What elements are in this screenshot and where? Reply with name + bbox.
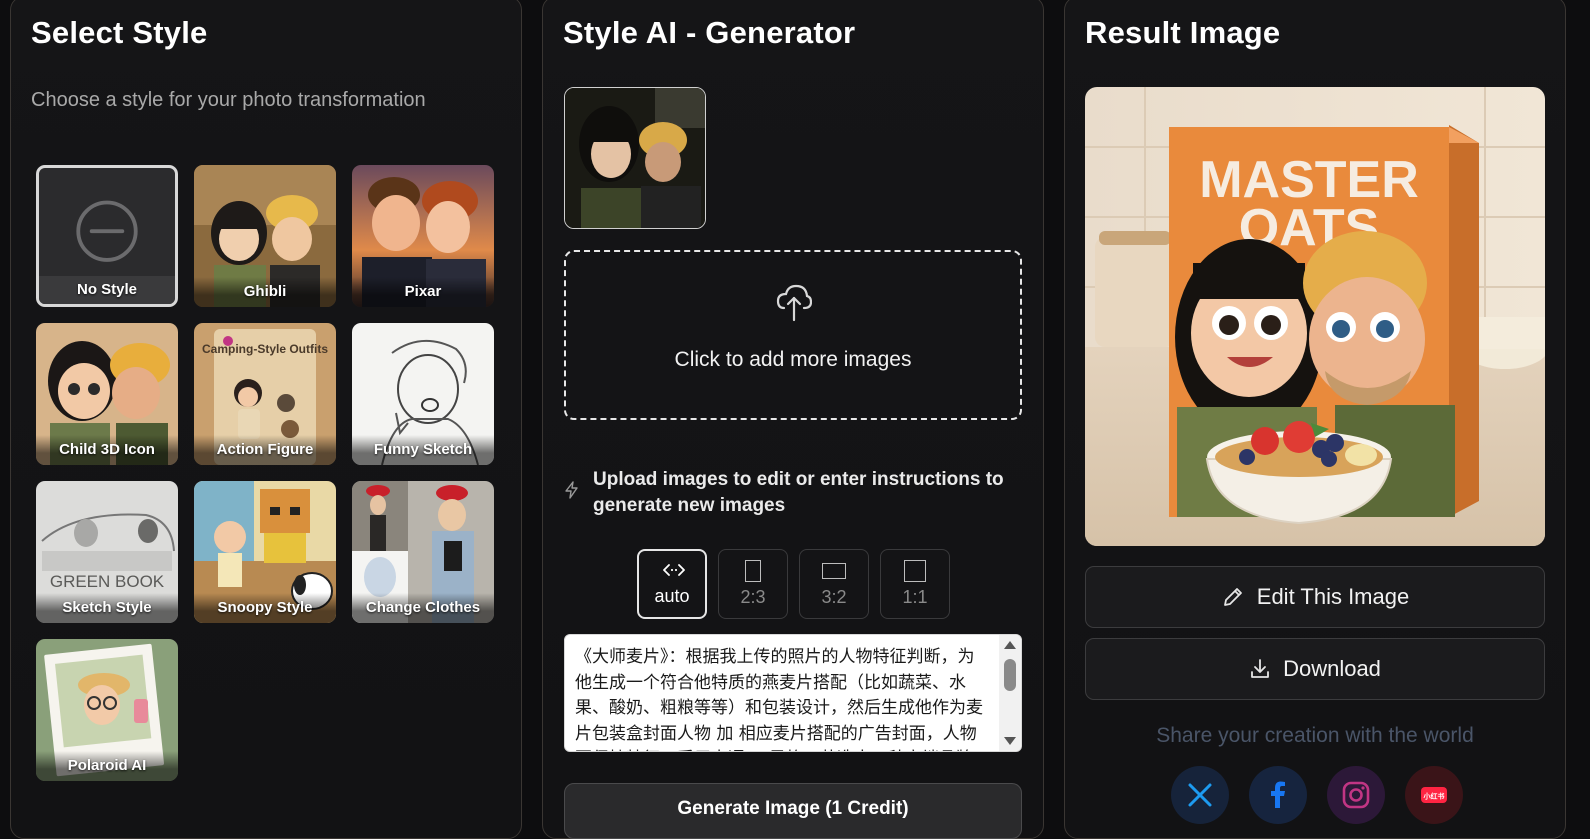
- style-label: Snoopy Style: [194, 593, 336, 623]
- prompt-textarea[interactable]: 《大师麦片》：根据我上传的照片的人物特征判断，为他生成一个符合他特质的燕麦片搭配…: [564, 634, 1022, 752]
- edit-image-label: Edit This Image: [1256, 584, 1410, 609]
- style-tile-change-clothes[interactable]: Change Clothes: [352, 481, 494, 623]
- prompt-text: 《大师麦片》：根据我上传的照片的人物特征判断，为他生成一个符合他特质的燕麦片搭配…: [575, 647, 983, 751]
- generate-image-button[interactable]: Generate Image (1 Credit): [564, 783, 1022, 839]
- select-style-subtitle: Choose a style for your photo transforma…: [31, 89, 426, 111]
- style-tile-snoopy-style[interactable]: Snoopy Style: [194, 481, 336, 623]
- result-title: Result Image: [1085, 15, 1281, 50]
- download-label: Download: [1283, 656, 1381, 681]
- style-tile-funny-sketch[interactable]: Funny Sketch: [352, 323, 494, 465]
- download-icon: [1251, 659, 1269, 678]
- select-style-title: Select Style: [31, 15, 208, 50]
- facebook-logo-icon: [1271, 781, 1285, 808]
- pencil-icon: [1223, 588, 1242, 606]
- share-text: Share your creation with the world: [1156, 724, 1474, 747]
- style-label: Funny Sketch: [352, 435, 494, 465]
- cloud-upload-icon: [776, 284, 812, 322]
- style-tile-pixar[interactable]: Pixar: [352, 165, 494, 307]
- hint-text: Upload images to edit or enter instructi…: [593, 469, 1004, 516]
- style-label: Polaroid AI: [36, 751, 178, 781]
- style-label: Pixar: [352, 277, 494, 307]
- add-images-dropzone[interactable]: Click to add more images: [564, 250, 1022, 420]
- style-label: Action Figure: [194, 435, 336, 465]
- style-tile-ghibli[interactable]: Ghibli: [194, 165, 336, 307]
- result-image: MASTER OATS: [1085, 87, 1545, 546]
- style-tile-action-figure[interactable]: Camping-Style Outfits Action Figure: [194, 323, 336, 465]
- share-instagram-button[interactable]: [1327, 766, 1385, 824]
- uploaded-photo: [565, 88, 705, 228]
- xiaohongshu-logo-icon: 小红书: [1421, 787, 1447, 803]
- ratio-label: auto: [654, 586, 690, 606]
- style-tile-polaroid-ai[interactable]: Polaroid AI: [36, 639, 178, 781]
- uploaded-image-thumbnail[interactable]: [564, 87, 706, 229]
- scroll-down-arrow-icon[interactable]: [1004, 737, 1016, 745]
- instagram-logo-icon: [1342, 781, 1370, 809]
- sketch-style-art-text: GREEN BOOK: [50, 572, 165, 591]
- download-button[interactable]: Download: [1085, 638, 1545, 700]
- portrait-ratio-icon: [745, 560, 761, 582]
- landscape-ratio-icon: [822, 563, 846, 579]
- ratio-label: 1:1: [902, 587, 928, 607]
- lightning-icon: [565, 481, 578, 499]
- ratio-label: 2:3: [740, 587, 766, 607]
- share-xiaohongshu-button[interactable]: 小红书: [1405, 766, 1463, 824]
- share-x-button[interactable]: [1171, 766, 1229, 824]
- x-logo-icon: [1188, 783, 1212, 807]
- share-facebook-button[interactable]: [1249, 766, 1307, 824]
- ratio-2-3-button[interactable]: 2:3: [718, 549, 788, 619]
- result-panel: Result Image MASTER OATS Edit This Image…: [1064, 0, 1566, 839]
- style-label: No Style: [39, 276, 175, 304]
- auto-ratio-icon: [663, 564, 685, 576]
- style-label: Child 3D Icon: [36, 435, 178, 465]
- generator-panel: Style AI - Generator Click to add more i…: [542, 0, 1044, 839]
- style-selector-panel: Select Style Choose a style for your pho…: [10, 0, 522, 839]
- edit-image-button[interactable]: Edit This Image: [1085, 566, 1545, 628]
- style-label: Change Clothes: [352, 593, 494, 623]
- ratio-3-2-button[interactable]: 3:2: [799, 549, 869, 619]
- generator-title: Style AI - Generator: [563, 15, 856, 50]
- style-tile-child-3d-icon[interactable]: Child 3D Icon: [36, 323, 178, 465]
- ratio-label: 3:2: [821, 587, 847, 607]
- prompt-scrollbar[interactable]: [999, 635, 1021, 751]
- scroll-up-arrow-icon[interactable]: [1004, 641, 1016, 649]
- ratio-1-1-button[interactable]: 1:1: [880, 549, 950, 619]
- master-oats-cereal-box-art: MASTER OATS: [1085, 87, 1545, 546]
- style-tile-no-style[interactable]: No Style: [36, 165, 178, 307]
- dropzone-text: Click to add more images: [674, 348, 912, 371]
- action-figure-box-text: Camping-Style Outfits: [202, 342, 328, 356]
- style-label: Sketch Style: [36, 593, 178, 623]
- xiaohongshu-logo-text: 小红书: [1423, 792, 1445, 801]
- scroll-thumb[interactable]: [1004, 659, 1016, 691]
- square-ratio-icon: [904, 560, 926, 582]
- style-tile-sketch-style[interactable]: GREEN BOOK Sketch Style: [36, 481, 178, 623]
- style-label: Ghibli: [194, 277, 336, 307]
- ratio-auto-button[interactable]: auto: [637, 549, 707, 619]
